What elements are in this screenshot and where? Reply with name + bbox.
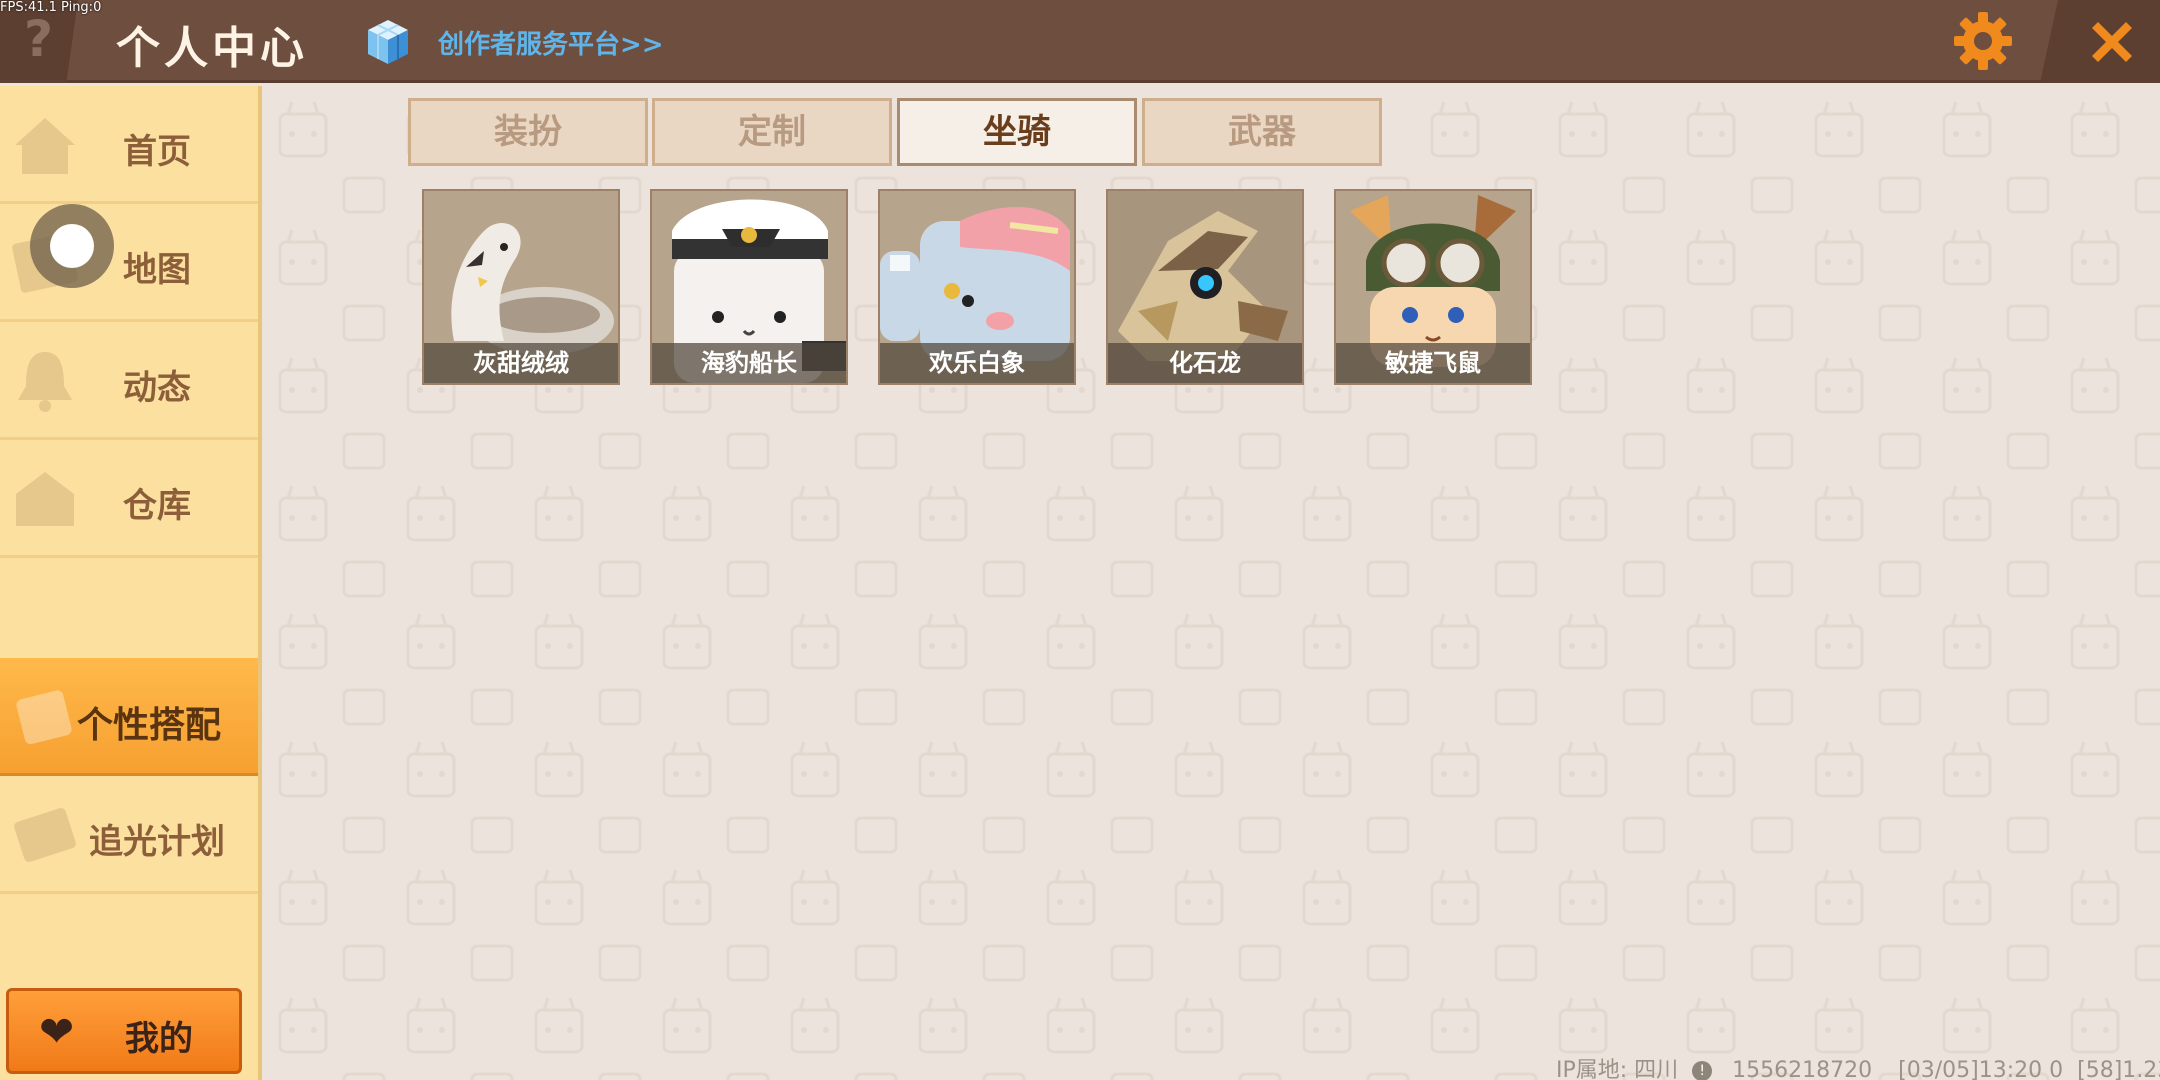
sidebar-item-label: 追光计划 bbox=[89, 822, 225, 862]
sidebar-item-label: 仓库 bbox=[123, 486, 191, 526]
page-title: 个人中心 bbox=[116, 23, 308, 74]
content-area: 装扮 定制 坐骑 武器 灰甜绒绒 海豹船长 欢乐白象 化石龙 敏捷飞鼠 bbox=[266, 86, 2160, 1080]
sidebar-item-label: 首页 bbox=[123, 132, 191, 172]
top-bar: ? 个人中心 创作者服务平台>> bbox=[0, 0, 2160, 83]
fps-readout: FPS:41.1 Ping:0 bbox=[0, 0, 102, 15]
tab-label: 装扮 bbox=[494, 112, 562, 152]
mount-card[interactable]: 海豹船长 bbox=[650, 189, 848, 385]
tab-label: 定制 bbox=[738, 112, 806, 152]
mine-button[interactable]: ❤ 我的 bbox=[6, 988, 242, 1074]
sidebar-item-outfit[interactable]: 个性搭配 bbox=[0, 658, 258, 776]
mount-name: 海豹船长 bbox=[652, 343, 846, 383]
mount-card[interactable]: 灰甜绒绒 bbox=[422, 189, 620, 385]
version: [58]1.23.10 bbox=[2077, 1058, 2160, 1080]
close-icon[interactable] bbox=[2084, 14, 2140, 70]
sidebar-item-plan[interactable]: 追光计划 bbox=[0, 776, 258, 894]
sidebar-item-news[interactable]: 动态 bbox=[0, 322, 258, 440]
info-icon[interactable]: ! bbox=[1692, 1061, 1713, 1080]
help-icon: ? bbox=[24, 10, 54, 68]
floating-assist-button[interactable] bbox=[30, 204, 114, 288]
sidebar-item-home[interactable]: 首页 bbox=[0, 86, 258, 204]
user-id: 1556218720 bbox=[1732, 1058, 1873, 1080]
mount-name: 灰甜绒绒 bbox=[424, 343, 618, 383]
mount-card[interactable]: 化石龙 bbox=[1106, 189, 1304, 385]
sidebar-item-warehouse[interactable]: 仓库 bbox=[0, 440, 258, 558]
tab-custom[interactable]: 定制 bbox=[652, 98, 892, 166]
tab-label: 武器 bbox=[1228, 112, 1296, 152]
mount-card[interactable]: 欢乐白象 bbox=[878, 189, 1076, 385]
sidebar-item-label: 个性搭配 bbox=[76, 705, 221, 746]
mine-label: 我的 bbox=[125, 1019, 193, 1059]
tab-mount[interactable]: 坐骑 bbox=[897, 98, 1137, 166]
ip-location: IP属地: 四川 bbox=[1556, 1058, 1679, 1080]
mount-card[interactable]: 敏捷飞鼠 bbox=[1334, 189, 1532, 385]
timestamp: [03/05]13:20 0 bbox=[1898, 1058, 2064, 1080]
tab-weapon[interactable]: 武器 bbox=[1142, 98, 1382, 166]
gear-icon[interactable] bbox=[1950, 8, 2016, 74]
tab-label: 坐骑 bbox=[983, 112, 1051, 152]
cube-icon[interactable] bbox=[362, 16, 414, 68]
mount-name: 敏捷飞鼠 bbox=[1336, 343, 1530, 383]
tab-outfit[interactable]: 装扮 bbox=[408, 98, 648, 166]
status-footer: IP属地: 四川! 1556218720 [03/05]13:20 0 [58]1.2… bbox=[1556, 1052, 2160, 1080]
heart-icon: ❤ bbox=[39, 1007, 75, 1056]
creator-platform-link[interactable]: 创作者服务平台>> bbox=[438, 24, 664, 61]
sidebar-item-label: 动态 bbox=[123, 368, 191, 408]
mount-name: 化石龙 bbox=[1108, 343, 1302, 383]
mount-name: 欢乐白象 bbox=[880, 343, 1074, 383]
